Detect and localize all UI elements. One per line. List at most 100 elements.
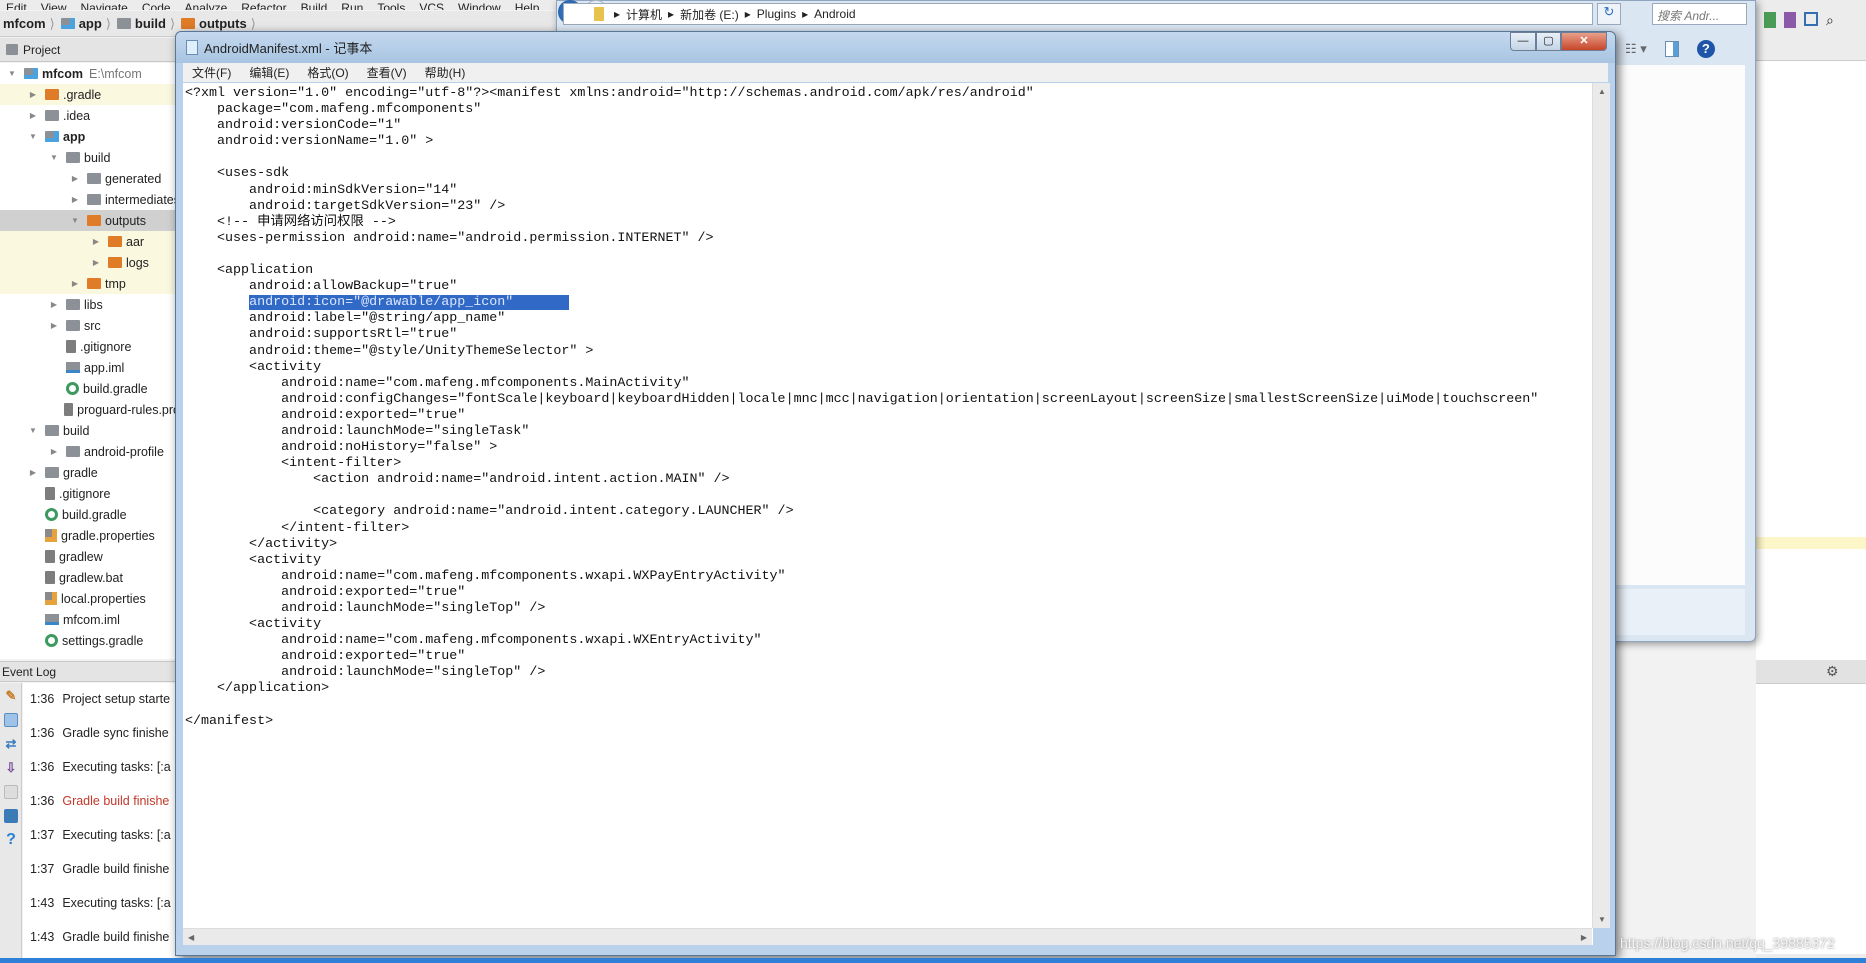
ide-menu-item[interactable]: Navigate	[80, 1, 127, 10]
tree-item[interactable]: ▶ libs	[0, 294, 180, 315]
expanded-arrow-icon[interactable]: ▼	[27, 426, 39, 435]
expanded-arrow-icon[interactable]: ▼	[27, 132, 39, 141]
text-editor[interactable]: <?xml version="1.0" encoding="utf-8"?><m…	[183, 83, 1593, 945]
tree-item[interactable]: ▶ src	[0, 315, 180, 336]
tree-item[interactable]: ▶ intermediates	[0, 189, 180, 210]
ide-menu-item[interactable]: Edit	[6, 1, 27, 10]
preview-pane-icon[interactable]	[1664, 41, 1679, 57]
ide-menu-item[interactable]: Refactor	[241, 1, 286, 10]
ide-menu-item[interactable]: Window	[458, 1, 501, 10]
collapsed-arrow-icon[interactable]: ▶	[69, 195, 81, 204]
scroll-down-icon[interactable]: ▼	[1598, 915, 1606, 924]
breadcrumb-item[interactable]: app ⟩	[60, 16, 111, 32]
expanded-arrow-icon[interactable]: ▼	[6, 69, 18, 78]
scroll-right-icon[interactable]: ▶	[1581, 933, 1587, 942]
event-log-entry[interactable]: 1:43 Gradle build finishe	[30, 930, 169, 944]
gear-icon[interactable]: ⚙	[1826, 663, 1839, 680]
collapsed-arrow-icon[interactable]: ▶	[90, 237, 102, 246]
tree-item[interactable]: .gitignore	[0, 483, 180, 504]
tree-item[interactable]: ▼ mfcom E:\mfcom	[0, 63, 180, 84]
tree-item[interactable]: ▼ build	[0, 147, 180, 168]
collapsed-arrow-icon[interactable]: ▶	[48, 447, 60, 456]
address-bar[interactable]: ▸ 计算机 ▸ 新加卷 (E:) ▸ Plugins ▸ Android	[563, 3, 1593, 25]
tree-item[interactable]: ▶ .gradle	[0, 84, 180, 105]
minimize-button[interactable]: —	[1510, 32, 1536, 51]
path-segment[interactable]: 计算机	[626, 6, 662, 23]
tree-item[interactable]: ▶ logs	[0, 252, 180, 273]
event-log-entry[interactable]: 1:36 Executing tasks: [:a	[30, 760, 171, 774]
tree-item[interactable]: build.gradle	[0, 504, 180, 525]
tree-item[interactable]: ▶ android-profile	[0, 441, 180, 462]
ide-menu-item[interactable]: Run	[341, 1, 363, 10]
expanded-arrow-icon[interactable]: ▼	[48, 153, 60, 162]
collapsed-arrow-icon[interactable]: ▶	[27, 111, 39, 120]
search-icon[interactable]: ⌕	[1826, 12, 1834, 29]
view-options-icon[interactable]: ☷ ▾	[1625, 41, 1647, 57]
mark-read-icon[interactable]	[4, 785, 18, 799]
ide-menu-item[interactable]: Help	[515, 1, 540, 10]
ide-menu-item[interactable]: Analyze	[185, 1, 228, 10]
collapsed-arrow-icon[interactable]: ▶	[69, 174, 81, 183]
scroll-left-icon[interactable]: ◀	[188, 933, 194, 942]
tree-item[interactable]: ▶ .idea	[0, 105, 180, 126]
breadcrumb-item[interactable]: build ⟩	[116, 16, 175, 32]
ide-menu-item[interactable]: VCS	[419, 1, 444, 10]
tree-item[interactable]: gradlew.bat	[0, 567, 180, 588]
collapsed-arrow-icon[interactable]: ▶	[48, 300, 60, 309]
settings-wrench-icon[interactable]: ✎	[4, 689, 18, 703]
balloon-icon[interactable]	[4, 713, 18, 727]
trash-icon[interactable]	[4, 809, 18, 823]
tree-item[interactable]: ▶ generated	[0, 168, 180, 189]
event-log-entry[interactable]: 1:36 Project setup starte	[30, 692, 170, 706]
collapsed-arrow-icon[interactable]: ▶	[27, 90, 39, 99]
close-button[interactable]: ✕	[1561, 32, 1607, 51]
path-segment[interactable]: 新加卷 (E:)	[680, 6, 739, 23]
project-panel-header[interactable]: Project	[0, 38, 180, 62]
vertical-scrollbar[interactable]: ▲ ▼	[1592, 83, 1610, 928]
sdk-manager-icon[interactable]	[1764, 12, 1776, 28]
expanded-arrow-icon[interactable]: ▼	[69, 216, 81, 225]
event-log-entry[interactable]: 1:43 Executing tasks: [:a	[30, 896, 171, 910]
scroll-end-icon[interactable]: ⇩	[4, 761, 18, 775]
collapsed-arrow-icon[interactable]: ▶	[69, 279, 81, 288]
collapsed-arrow-icon[interactable]: ▶	[48, 321, 60, 330]
tree-item[interactable]: proguard-rules.pro	[0, 399, 180, 420]
notepad-menu-item[interactable]: 编辑(E)	[240, 64, 298, 81]
avd-manager-icon[interactable]	[1784, 12, 1796, 28]
event-log-entry[interactable]: 1:37 Gradle build finishe	[30, 862, 169, 876]
tree-item[interactable]: local.properties	[0, 588, 180, 609]
tree-item[interactable]: ▶ tmp	[0, 273, 180, 294]
collapsed-arrow-icon[interactable]: ▶	[90, 258, 102, 267]
tree-item[interactable]: gradle.properties	[0, 525, 180, 546]
ide-menu-item[interactable]: Build	[301, 1, 328, 10]
sync-icon[interactable]	[1804, 12, 1818, 26]
path-segment[interactable]: Plugins	[757, 7, 796, 21]
tree-item[interactable]: ▼ build	[0, 420, 180, 441]
search-input[interactable]: 搜索 Andr...	[1652, 3, 1747, 25]
notepad-menu-item[interactable]: 查看(V)	[358, 64, 416, 81]
tree-item[interactable]: app.iml	[0, 357, 180, 378]
event-log-entry[interactable]: 1:37 Executing tasks: [:a	[30, 828, 171, 842]
tree-item[interactable]: ▶ aar	[0, 231, 180, 252]
tree-item[interactable]: ▼ outputs	[0, 210, 180, 231]
tree-item[interactable]: mfcom.iml	[0, 609, 180, 630]
event-log-entry[interactable]: 1:36 Gradle build finishe	[30, 794, 169, 808]
tree-item[interactable]: gradlew	[0, 546, 180, 567]
tree-item[interactable]: ▶ gradle	[0, 462, 180, 483]
soft-wrap-icon[interactable]: ⇄	[4, 737, 18, 751]
tree-item[interactable]: settings.gradle	[0, 630, 180, 651]
notepad-menu-item[interactable]: 文件(F)	[183, 64, 240, 81]
tree-item[interactable]: ▼ app	[0, 126, 180, 147]
horizontal-scrollbar[interactable]: ◀ ▶	[183, 928, 1592, 945]
tree-item[interactable]: build.gradle	[0, 378, 180, 399]
scroll-up-icon[interactable]: ▲	[1598, 87, 1606, 96]
notepad-menu-item[interactable]: 帮助(H)	[416, 64, 475, 81]
breadcrumb-item[interactable]: outputs ⟩	[181, 16, 256, 32]
help-icon[interactable]: ?	[1696, 40, 1715, 58]
event-log-entry[interactable]: 1:36 Gradle sync finishe	[30, 726, 169, 740]
help-icon[interactable]: ?	[4, 832, 18, 848]
path-segment[interactable]: Android	[814, 7, 855, 21]
notepad-menu-item[interactable]: 格式(O)	[298, 64, 357, 81]
ide-menu-item[interactable]: View	[41, 1, 67, 10]
ide-menu-item[interactable]: Tools	[377, 1, 405, 10]
